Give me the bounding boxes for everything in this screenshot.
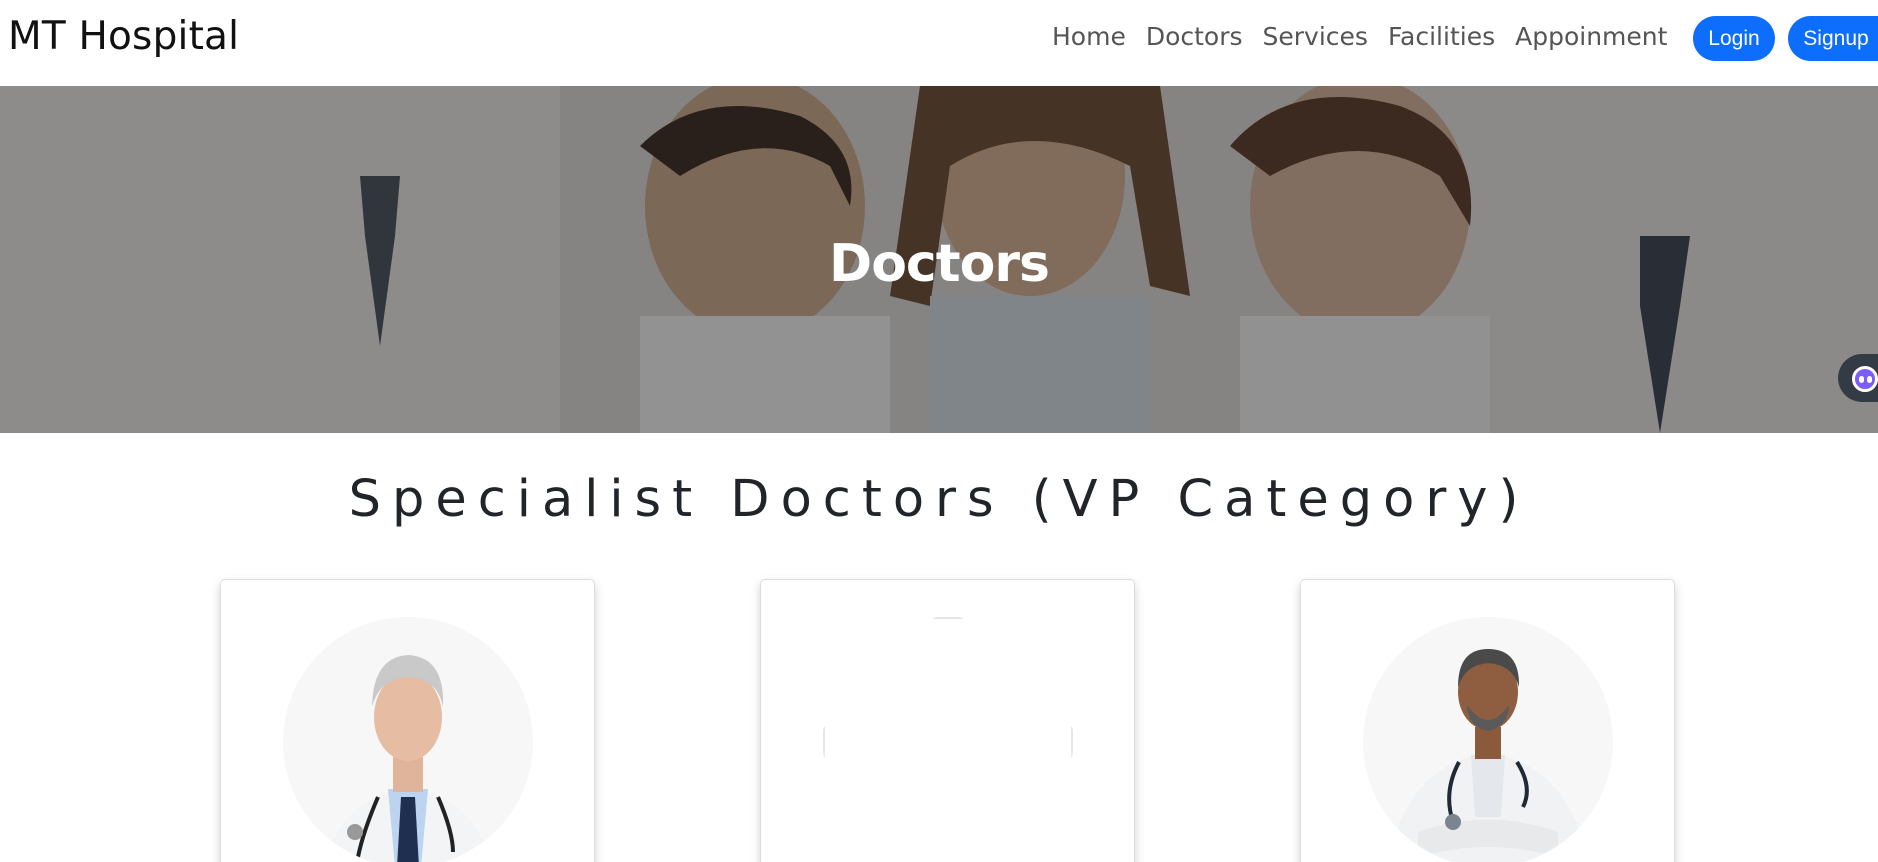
- doctor-avatar-placeholder: [823, 617, 1073, 862]
- doctor-card[interactable]: [760, 579, 1135, 862]
- navbar: MT Hospital Home Doctors Services Facili…: [0, 0, 1878, 86]
- chatbot-icon: [1852, 366, 1878, 392]
- hero-title: Doctors: [829, 234, 1050, 294]
- doctor-card[interactable]: [1300, 579, 1675, 862]
- nav-link-doctors[interactable]: Doctors: [1146, 22, 1243, 51]
- doctor-avatar: [283, 617, 533, 862]
- nav-link-home[interactable]: Home: [1052, 22, 1126, 51]
- brand-logo-text[interactable]: MT Hospital: [8, 14, 239, 59]
- nav-link-services[interactable]: Services: [1263, 22, 1368, 51]
- login-button[interactable]: Login: [1693, 16, 1775, 61]
- nav-link-facilities[interactable]: Facilities: [1388, 22, 1495, 51]
- section-title: Specialist Doctors (VP Category): [348, 470, 1530, 529]
- doctor-avatar: [1363, 617, 1613, 862]
- nav-links: Home Doctors Services Facilities Appoinm…: [1052, 22, 1667, 51]
- nav-link-appointment[interactable]: Appoinment: [1515, 22, 1667, 51]
- chat-widget-button[interactable]: [1838, 354, 1878, 402]
- doctor-card[interactable]: [220, 579, 595, 862]
- hero-banner: Doctors: [0, 86, 1878, 433]
- signup-button[interactable]: Signup: [1788, 16, 1878, 61]
